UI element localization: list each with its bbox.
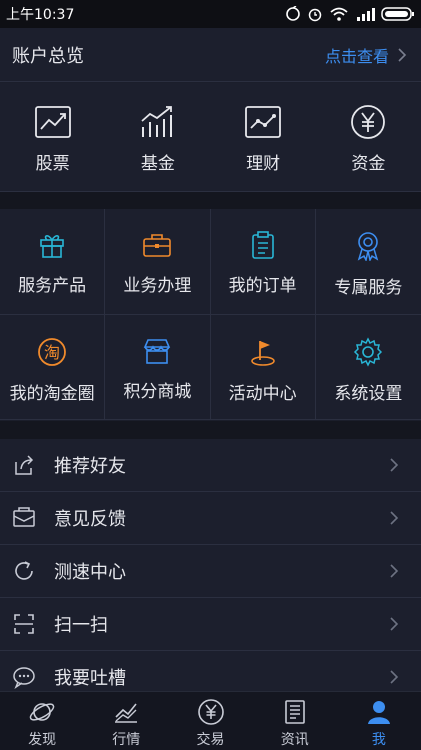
tab-label: 交易 <box>196 732 225 748</box>
battery-icon <box>381 7 414 21</box>
tab-news[interactable]: 资讯 <box>253 692 337 750</box>
gift-icon <box>40 235 64 258</box>
menu-item-recommend[interactable]: 推荐好友 <box>0 439 421 492</box>
service-grid: 服务产品 业务办理 我的订单 专属服务 淘 我的淘金圈 积分商城 活动中心 系统… <box>0 209 421 420</box>
chevron-right-icon <box>390 670 399 684</box>
grid-item-settings[interactable]: 系统设置 <box>315 315 421 420</box>
grid-item-label: 专属服务 <box>334 278 403 298</box>
briefcase-icon <box>143 234 172 257</box>
chevron-right-icon <box>390 458 399 472</box>
tab-label: 行情 <box>112 732 141 748</box>
quick-entry-label: 股票 <box>35 154 70 174</box>
chat-bubble-icon <box>12 665 36 689</box>
signal-icon <box>357 8 375 21</box>
section-divider <box>0 192 421 209</box>
section-divider <box>0 421 421 439</box>
grid-item-label: 积分商城 <box>123 382 192 402</box>
grid-item-label: 活动中心 <box>228 384 297 404</box>
quick-entry-label: 理财 <box>246 154 281 174</box>
grid-item-label: 我的淘金圈 <box>9 384 95 404</box>
chevron-right-icon <box>398 47 407 62</box>
grid-item-label: 业务办理 <box>123 276 192 296</box>
menu-item-speed-test[interactable]: 测速中心 <box>0 545 421 598</box>
news-icon <box>284 700 305 724</box>
menu-item-label: 我要吐槽 <box>54 668 126 689</box>
yen-icon <box>197 699 224 725</box>
tab-market[interactable]: 行情 <box>84 692 168 750</box>
grid-item-tao-circle[interactable]: 淘 我的淘金圈 <box>0 315 106 420</box>
chevron-right-icon <box>390 617 399 631</box>
gear-icon <box>354 337 383 367</box>
tao-circle-icon: 淘 <box>38 338 67 366</box>
grid-item-label: 系统设置 <box>334 384 403 404</box>
svg-text:淘: 淘 <box>44 343 60 362</box>
flag-icon <box>250 341 275 366</box>
view-details-label: 点击查看 <box>324 46 389 66</box>
grid-item-points-mall[interactable]: 积分商城 <box>105 315 211 420</box>
menu-item-feedback[interactable]: 意见反馈 <box>0 492 421 545</box>
status-time: 上午10:37 <box>6 7 75 23</box>
wifi-icon <box>330 7 348 21</box>
menu-list: 推荐好友 意见反馈 测速中心 扫一扫 我要吐槽 <box>0 439 421 691</box>
grid-item-label: 服务产品 <box>18 276 87 296</box>
menu-item-scan[interactable]: 扫一扫 <box>0 598 421 651</box>
grid-item-exclusive[interactable]: 专属服务 <box>315 209 421 315</box>
quick-entry-fund[interactable]: 基金 <box>105 83 210 191</box>
quick-entry-stock[interactable]: 股票 <box>0 83 105 191</box>
tab-label: 资讯 <box>280 732 309 748</box>
tab-label: 发现 <box>28 732 57 748</box>
finance-chart-icon <box>245 106 282 138</box>
bottom-tab-bar: 发现 行情 交易 资讯 我 <box>0 691 421 750</box>
chevron-right-icon <box>390 511 399 525</box>
scan-icon <box>12 612 36 636</box>
grid-item-orders[interactable]: 我的订单 <box>210 209 316 315</box>
tab-me[interactable]: 我 <box>337 692 421 750</box>
ribbon-badge-icon <box>358 232 379 261</box>
account-overview-title: 账户总览 <box>12 45 84 67</box>
stock-chart-icon <box>34 106 71 138</box>
account-overview-row[interactable]: 账户总览 点击查看 <box>0 28 421 82</box>
storefront-icon <box>144 339 171 364</box>
share-icon <box>12 453 36 477</box>
tab-trade[interactable]: 交易 <box>168 692 252 750</box>
fund-chart-icon <box>141 106 172 137</box>
quick-entry-label: 基金 <box>140 154 175 174</box>
quick-entry-capital[interactable]: 资金 <box>316 83 421 191</box>
menu-item-label: 意见反馈 <box>54 509 126 530</box>
status-bar: 上午10:37 <box>0 0 421 28</box>
grid-item-business[interactable]: 业务办理 <box>105 209 211 315</box>
quick-entry-label: 资金 <box>351 154 386 174</box>
quick-entries: 股票 基金 理财 资金 <box>0 83 421 192</box>
trend-icon <box>115 703 138 723</box>
view-details-link[interactable]: 点击查看 <box>325 43 407 67</box>
chevron-right-icon <box>390 564 399 578</box>
yen-coin-icon <box>351 105 386 139</box>
quick-entry-finance[interactable]: 理财 <box>211 83 316 191</box>
planet-icon <box>29 703 55 721</box>
profile-icon <box>367 701 390 724</box>
alarm-icon <box>308 8 322 22</box>
status-icons <box>285 6 415 22</box>
refresh-icon <box>12 559 36 583</box>
tab-label: 我 <box>371 732 386 748</box>
clipboard-icon <box>251 231 274 259</box>
menu-item-label: 扫一扫 <box>54 615 108 636</box>
feedback-mail-icon <box>12 506 36 530</box>
grid-item-label: 我的订单 <box>228 276 297 296</box>
menu-item-label: 测速中心 <box>54 562 126 583</box>
menu-item-complaint[interactable]: 我要吐槽 <box>0 651 421 691</box>
tab-discover[interactable]: 发现 <box>0 692 84 750</box>
grid-item-service-products[interactable]: 服务产品 <box>0 209 106 315</box>
grid-item-activity[interactable]: 活动中心 <box>210 315 316 420</box>
menu-item-label: 推荐好友 <box>54 456 126 477</box>
sync-icon <box>286 6 300 21</box>
